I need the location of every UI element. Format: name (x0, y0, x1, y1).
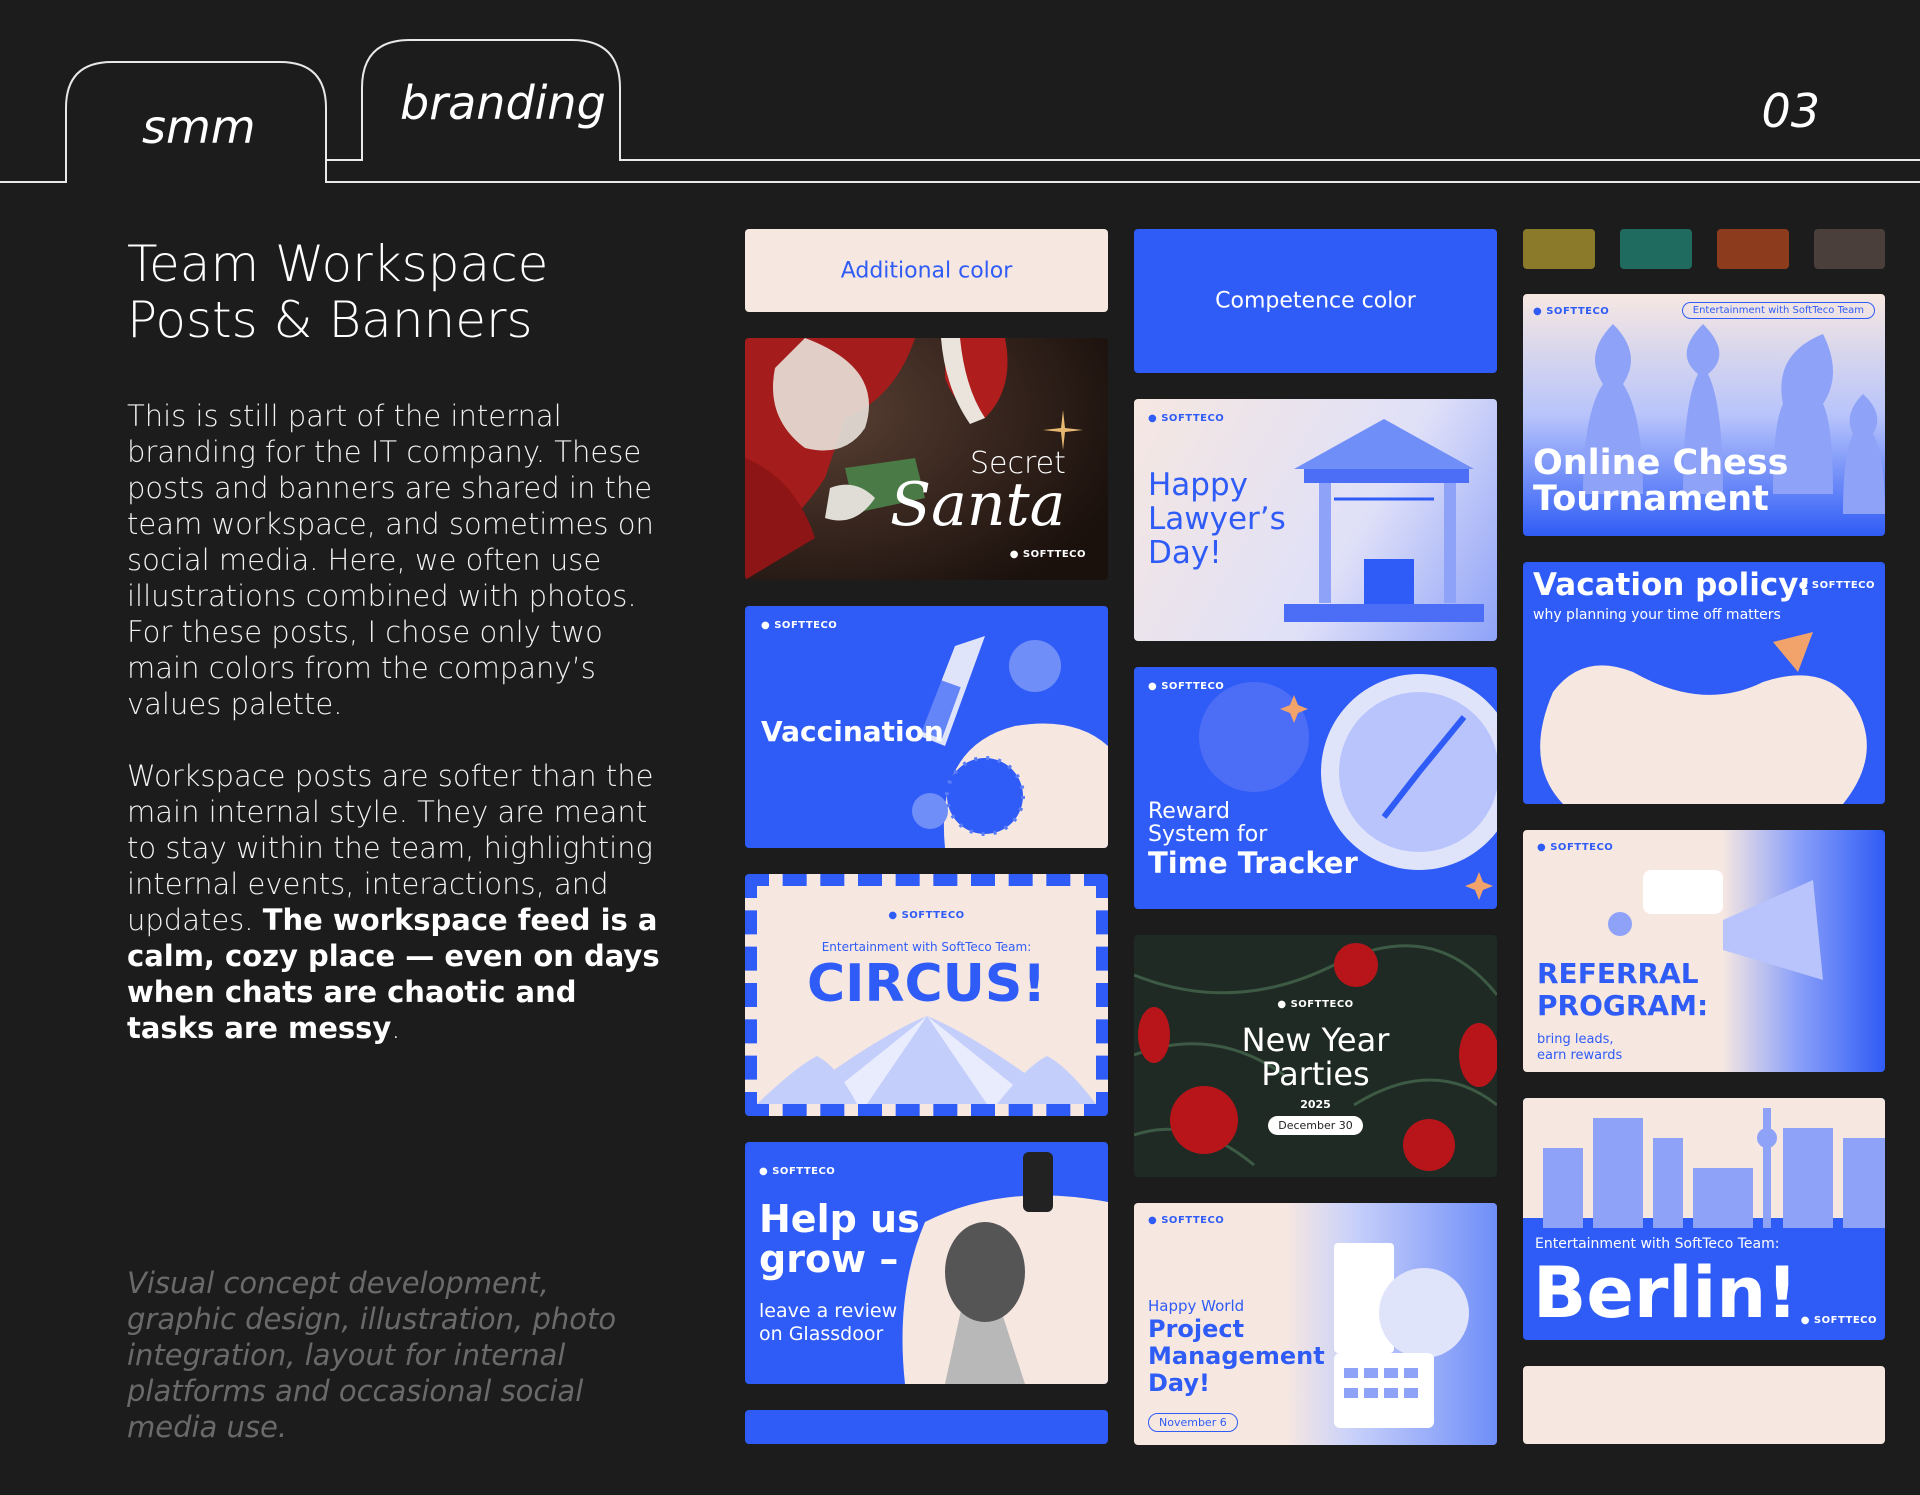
chess-line-1: Online Chess (1533, 443, 1789, 483)
new-year-banner: SOFTTECO New Year Parties 2025 December … (1134, 935, 1497, 1177)
glassdoor-sub-1: leave a review (759, 1300, 898, 1322)
secret-santa-banner: Secret Santa SOFTTECO (745, 338, 1108, 580)
brand-logo: SOFTTECO (1533, 306, 1609, 317)
project-management-banner: SOFTTECO Happy World Project Management … (1134, 1203, 1497, 1445)
referral-line-1: REFERRAL (1537, 957, 1699, 990)
credits-text: Visual concept development, graphic desi… (127, 1266, 617, 1444)
circus-title: CIRCUS! (806, 954, 1047, 1014)
pm-line-2: Management (1148, 1342, 1325, 1370)
reward-line-1: Reward (1148, 799, 1230, 824)
page-title: Team Workspace Posts & Banners (127, 236, 687, 348)
description-paragraph-1: This is still part of the internal brand… (127, 399, 654, 721)
brand-logo: SOFTTECO (1148, 413, 1224, 424)
vacation-subtitle: why planning your time off matters (1533, 607, 1781, 623)
title-line-1: Team Workspace (127, 235, 549, 293)
palette-swatch-rust (1717, 229, 1789, 269)
lawyer-line-3: Day! (1148, 535, 1222, 571)
brand-logo: SOFTTECO (1537, 842, 1613, 853)
swatch-label: Competence color (1215, 288, 1416, 314)
berlin-banner: Entertainment with SoftTeco Team: Berlin… (1523, 1098, 1885, 1340)
brand-logo: SOFTTECO (1148, 681, 1224, 692)
pm-line-0: Happy World (1148, 1297, 1245, 1315)
description-paragraph-2: Workspace posts are softer than the main… (127, 759, 660, 1045)
color-strip-blue (745, 1410, 1108, 1444)
reward-system-banner: SOFTTECO Reward System for Time Tracker (1134, 667, 1497, 909)
brand-logo: SOFTTECO (1148, 1215, 1224, 1226)
competence-color-swatch: Competence color (1134, 229, 1497, 373)
santa-title-santa: Santa (890, 470, 1066, 540)
newyear-date: December 30 (1268, 1116, 1363, 1135)
chess-tournament-banner: SOFTTECO Entertainment with SoftTeco Tea… (1523, 294, 1885, 536)
palette-swatch-teal (1620, 229, 1692, 269)
chess-line-2: Tournament (1533, 479, 1769, 519)
pm-line-3: Day! (1148, 1369, 1210, 1397)
reward-line-3: Time Tracker (1148, 846, 1358, 880)
page-number: 03 (1761, 84, 1820, 138)
palette-swatch-brown (1814, 229, 1885, 269)
lawyer-line-1: Happy (1148, 467, 1249, 503)
referral-sub-2: earn rewards (1537, 1048, 1623, 1063)
glassdoor-title-1: Help us (759, 1197, 920, 1241)
brand-logo: SOFTTECO (1134, 999, 1497, 1010)
lawyers-day-banner: SOFTTECO Happy Lawyer’s Day! (1134, 399, 1497, 641)
color-strip-cream (1523, 1366, 1885, 1444)
newyear-year: 2025 (1300, 1098, 1331, 1111)
referral-line-2: PROGRAM: (1537, 989, 1709, 1022)
tab-branding[interactable]: branding (400, 76, 606, 130)
vaccination-banner: SOFTTECO Vaccination (745, 606, 1108, 848)
brand-logo: SOFTTECO (757, 910, 1096, 921)
brand-logo: SOFTTECO (761, 620, 837, 631)
vaccination-title: Vaccination (761, 715, 944, 748)
glassdoor-sub-2: on Glassdoor (759, 1323, 884, 1345)
glassdoor-title-2: grow – (759, 1237, 899, 1281)
brand-logo: SOFTTECO (1010, 549, 1086, 560)
reward-line-2: System for (1148, 822, 1268, 847)
title-line-2: Posts & Banners (127, 291, 533, 349)
pm-date-pill: November 6 (1148, 1413, 1238, 1432)
brand-logo: SOFTTECO (1801, 1315, 1877, 1326)
chess-badge: Entertainment with SoftTeco Team (1681, 302, 1875, 319)
circus-banner: SOFTTECO Entertainment with SoftTeco Tea… (745, 874, 1108, 1116)
vacation-policy-banner: SOFTTECO Vacation policy: why planning y… (1523, 562, 1885, 804)
newyear-line-1: New Year (1241, 1021, 1390, 1059)
tab-smm[interactable]: smm (142, 100, 256, 154)
additional-color-swatch: Additional color (745, 229, 1108, 312)
pm-line-1: Project (1148, 1315, 1245, 1343)
berlin-title: Berlin! (1533, 1252, 1799, 1334)
circus-subtitle: Entertainment with SoftTeco Team: (821, 940, 1032, 954)
tab-bar-outline (0, 39, 1920, 183)
referral-program-banner: SOFTTECO REFERRAL PROGRAM: bring leads, … (1523, 830, 1885, 1072)
swatch-label: Additional color (840, 258, 1013, 283)
brand-logo: SOFTTECO (759, 1166, 835, 1177)
referral-sub-1: bring leads, (1537, 1032, 1614, 1047)
glassdoor-banner: SOFTTECO Help us grow – leave a review o… (745, 1142, 1108, 1384)
newyear-line-2: Parties (1261, 1055, 1370, 1093)
palette-swatch-olive (1523, 229, 1595, 269)
vacation-title: Vacation policy: (1533, 567, 1811, 603)
lawyer-line-2: Lawyer’s (1148, 501, 1286, 537)
berlin-subtitle: Entertainment with SoftTeco Team: (1535, 1236, 1780, 1252)
